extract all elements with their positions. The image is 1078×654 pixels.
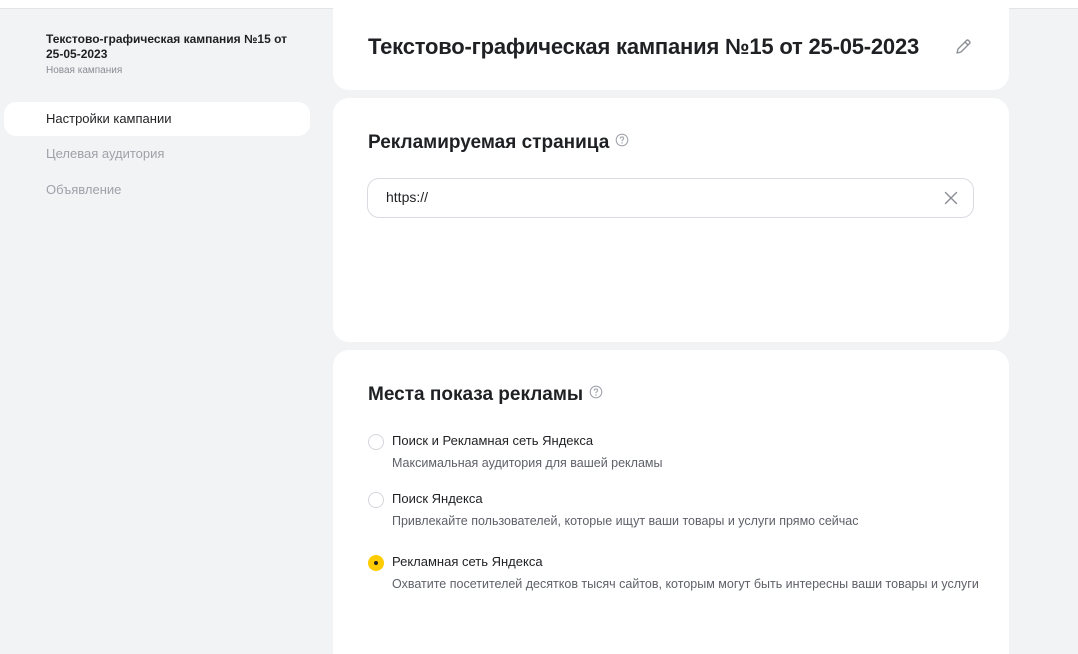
- radio-button-selected[interactable]: [368, 555, 384, 571]
- placements-title: Места показа рекламы: [368, 384, 584, 406]
- pencil-icon[interactable]: [952, 36, 974, 58]
- campaign-status: Новая кампания: [46, 65, 123, 76]
- help-icon[interactable]: [589, 383, 603, 405]
- url-input[interactable]: [386, 189, 926, 205]
- placement-option-search-and-network[interactable]: Поиск и Рекламная сеть Яндекса Максималь…: [368, 433, 988, 475]
- placements-section: Места показа рекламы: [368, 384, 603, 406]
- landing-page-title: Рекламируемая страница: [368, 132, 610, 154]
- campaign-header: Текстово-графическая кампания №15 от 25-…: [46, 32, 306, 76]
- help-icon[interactable]: [615, 131, 629, 153]
- radio-button[interactable]: [368, 434, 384, 450]
- placements-card: Места показа рекламы Поиск и Рекламная с…: [333, 350, 1009, 654]
- option-description: Привлекайте пользователей, которые ищут …: [392, 514, 859, 528]
- option-label: Рекламная сеть Яндекса: [392, 554, 543, 569]
- landing-page-section: Рекламируемая страница: [368, 132, 629, 154]
- sidebar: Текстово-графическая кампания №15 от 25-…: [0, 8, 320, 654]
- option-description: Охватите посетителей десятков тысяч сайт…: [392, 577, 979, 591]
- url-field[interactable]: [367, 178, 974, 218]
- radio-button[interactable]: [368, 492, 384, 508]
- sidebar-item-ad[interactable]: Объявление: [4, 173, 310, 207]
- placement-option-network[interactable]: Рекламная сеть Яндекса Охватите посетите…: [368, 554, 988, 616]
- landing-page-card: Рекламируемая страница: [333, 98, 1009, 342]
- option-label: Поиск Яндекса: [392, 491, 483, 506]
- option-label: Поиск и Рекламная сеть Яндекса: [392, 433, 594, 448]
- sidebar-item-campaign-settings[interactable]: Настройки кампании: [4, 102, 310, 136]
- option-description: Максимальная аудитория для вашей рекламы: [392, 456, 663, 470]
- page-title: Текстово-графическая кампания №15 от 25-…: [368, 34, 920, 59]
- placement-option-search[interactable]: Поиск Яндекса Привлекайте пользователей,…: [368, 491, 988, 533]
- sidebar-item-target-audience[interactable]: Целевая аудитория: [4, 137, 310, 171]
- campaign-title: Текстово-графическая кампания №15 от 25-…: [46, 32, 287, 61]
- campaign-title-card: Текстово-графическая кампания №15 от 25-…: [333, 0, 1009, 90]
- close-icon[interactable]: [943, 190, 959, 206]
